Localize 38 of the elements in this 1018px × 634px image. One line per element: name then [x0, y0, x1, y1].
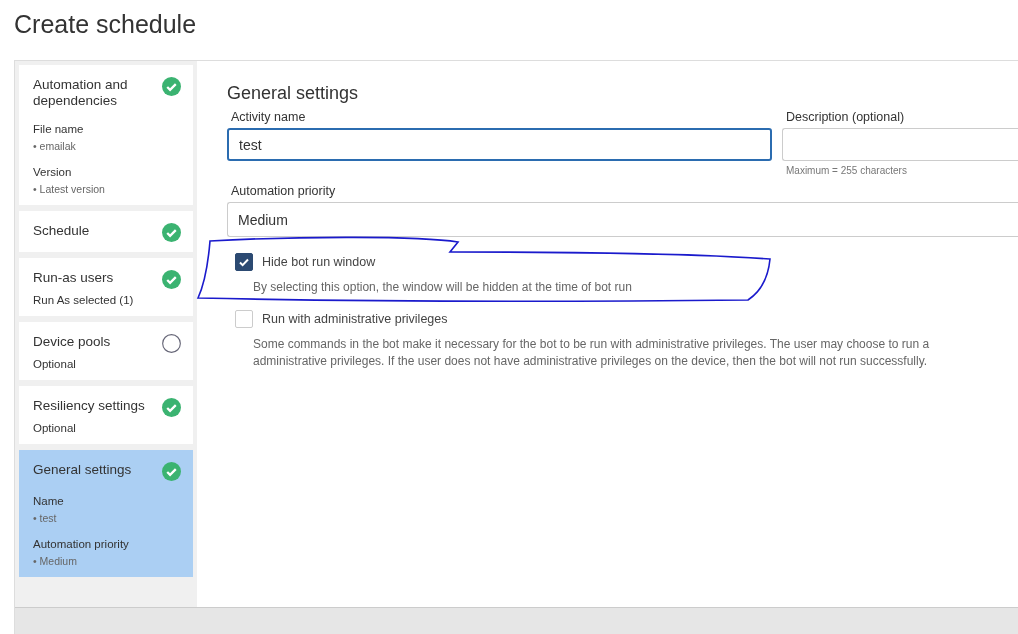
- detail-value: • Medium: [33, 555, 78, 567]
- step-card[interactable]: General settings Name • test Automation priority • Medium: [19, 450, 193, 577]
- activity-name-field[interactable]: test: [227, 128, 772, 161]
- detail-value: • Latest version: [33, 183, 106, 195]
- step-card[interactable]: Device pools Optional: [19, 322, 193, 380]
- detail-label: Automation priority: [33, 538, 130, 550]
- detail-value: • emailak: [33, 140, 77, 152]
- page-title: Create schedule: [14, 10, 198, 40]
- checkbox[interactable]: [235, 253, 253, 271]
- step-title: Device pools: [33, 334, 112, 350]
- option-help: By selecting this option, the window will be hidden at the time of bot run: [253, 279, 633, 296]
- step-card[interactable]: Automation and dependencies File name • emailak Version • Latest version: [19, 65, 193, 205]
- detail-value: • test: [33, 512, 58, 524]
- step-card[interactable]: Resiliency settings Optional: [19, 386, 193, 444]
- option-label: Run with administrative privileges: [262, 312, 448, 326]
- check-icon: [238, 256, 250, 268]
- step-note: Run As selected (1): [33, 294, 135, 306]
- option-help: Some commands in the bot make it necessary for the bot to be run with administrative privileges. The user may choose to run a administrative privileges. If the user does not have administrative privileges on the device, then the bot will not run successfully.: [253, 336, 931, 370]
- step-note: Optional: [33, 422, 77, 434]
- step-title: Schedule: [33, 223, 91, 239]
- step-card[interactable]: Schedule: [19, 211, 193, 252]
- step-title: Automation and dependencies: [33, 77, 129, 109]
- priority-select[interactable]: Medium: [227, 202, 1018, 237]
- field-label: Description (optional): [786, 110, 905, 124]
- step-note: Optional: [33, 358, 77, 370]
- section-title: General settings: [227, 83, 360, 104]
- step-title: Resiliency settings: [33, 398, 146, 414]
- detail-label: Version: [33, 166, 73, 178]
- step-title: General settings: [33, 462, 133, 478]
- detail-label: Name: [33, 495, 65, 507]
- step-title: Run-as users: [33, 270, 115, 286]
- option-label: Hide bot run window: [262, 255, 376, 269]
- field-label: Automation priority: [231, 184, 336, 198]
- detail-label: File name: [33, 123, 85, 135]
- description-field[interactable]: [782, 128, 1018, 161]
- field-label: Activity name: [231, 110, 306, 124]
- field-hint: Maximum = 255 characters: [786, 165, 907, 176]
- step-card[interactable]: Run-as users Run As selected (1): [19, 258, 193, 316]
